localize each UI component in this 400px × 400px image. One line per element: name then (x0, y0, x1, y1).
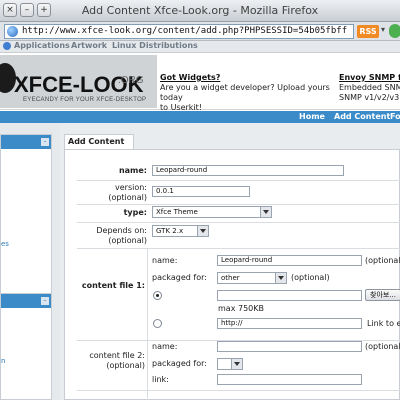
file1-packaged-value: other (221, 274, 240, 282)
file2-link-label: link: (152, 375, 169, 384)
depends-on-select-value: GTK 2.x (156, 227, 184, 235)
chevron-down-icon[interactable] (260, 207, 271, 217)
file2-packaged-select[interactable] (217, 358, 243, 370)
row-divider (77, 204, 400, 205)
file1-name-optional: (optional (365, 256, 400, 265)
network-icon (3, 42, 11, 50)
upload-file-radio[interactable] (153, 291, 162, 300)
tab-label: Add Content (68, 137, 125, 146)
file1-name-label: name: (152, 256, 178, 265)
ad-line: SNMP v1/v2/v3 (339, 93, 400, 102)
left-sidebar: – es – n (0, 123, 60, 400)
version-input[interactable]: 0.0.1 (152, 186, 250, 197)
depends-on-optional-label: (optional) (108, 236, 147, 245)
name-input[interactable]: Leopard-round (152, 165, 344, 176)
type-select-value: Xfce Theme (156, 208, 198, 216)
nav-link-linux-distributions[interactable]: Linux Distributions (112, 41, 198, 50)
browse-button[interactable]: 찾아보... (365, 289, 400, 301)
version-label: version: (115, 183, 147, 192)
file1-packaged-label: packaged for: (152, 273, 207, 282)
column-divider (147, 248, 148, 340)
file1-packaged-select[interactable]: other (217, 272, 287, 284)
row-divider (77, 248, 400, 249)
rss-feed-button[interactable]: RSS (357, 25, 379, 38)
browser-window: × – + Add Content Xfce-Look.org - Mozill… (0, 0, 400, 400)
tab-add-content[interactable]: Add Content (64, 134, 134, 150)
row-divider (77, 390, 400, 391)
collapse-icon[interactable]: – (41, 297, 49, 305)
collapse-icon[interactable]: – (41, 138, 49, 146)
file1-max-size: max 750KB (218, 304, 264, 313)
main-menu-bar: Home Add Content Fo (0, 111, 400, 123)
chevron-down-icon[interactable] (275, 273, 286, 283)
file1-name-input[interactable]: Leopard-round (217, 255, 362, 266)
ad-line: Embedded SNMP (339, 83, 400, 92)
site-header: XFCE-LOOK .ORG EYECANDY FOR YOUR XFCE-DE… (0, 53, 400, 113)
sidebar-box-header: – (1, 294, 51, 308)
content-file-2-optional: (optional) (106, 361, 145, 370)
chevron-down-icon[interactable]: ▾ (381, 25, 385, 34)
sidebar-box-bottom: – n (0, 293, 52, 400)
depends-on-label: Depends on: (96, 226, 147, 235)
file2-name-input[interactable] (217, 341, 362, 352)
site-network-nav: Applications Artwork Linux Distributions (0, 41, 400, 53)
url-text: http://www.xfce-look.org/content/add.php… (22, 26, 348, 36)
type-select[interactable]: Xfce Theme (152, 206, 272, 218)
file1-packaged-optional: (optional) (291, 273, 330, 282)
chevron-down-icon[interactable] (231, 359, 242, 369)
ad-envoy-snmp[interactable]: Envoy SNMP fo Embedded SNMP SNMP v1/v2/v… (339, 73, 400, 103)
file1-link-label: Link to e (367, 319, 400, 328)
depends-on-select[interactable]: GTK 2.x (152, 225, 209, 237)
file2-packaged-label: packaged for: (152, 359, 207, 368)
menu-add-content[interactable]: Add Content (334, 112, 390, 121)
ad-got-widgets[interactable]: Got Widgets? Are you a widget developer?… (160, 73, 338, 113)
sidebar-link[interactable]: n (1, 357, 5, 365)
chevron-down-icon[interactable] (197, 226, 208, 236)
file1-upload-input[interactable] (217, 290, 362, 301)
file1-link-input[interactable]: http:// (217, 318, 362, 329)
row-divider (77, 180, 400, 181)
site-favicon-icon (7, 26, 18, 37)
file2-name-label: name: (152, 342, 178, 351)
main-content: Add Content name: Leopard-round version:… (60, 123, 400, 400)
nav-link-applications[interactable]: Applications (14, 41, 70, 50)
window-title: Add Content Xfce-Look.org - Mozilla Fire… (81, 4, 319, 17)
ad-line: Are you a widget developer? Upload yours… (160, 83, 330, 102)
column-divider (147, 340, 148, 400)
ad-title[interactable]: Got Widgets? (160, 73, 338, 83)
type-label: type: (123, 208, 147, 217)
sidebar-box-top: – es (0, 134, 52, 296)
url-input[interactable]: http://www.xfce-look.org/content/add.php… (4, 24, 354, 39)
row-divider (77, 222, 400, 223)
sidebar-box-header: – (1, 135, 51, 149)
logo-tagline: EYECANDY FOR YOUR XFCE-DESKTOP (23, 97, 147, 103)
file2-link-input[interactable] (217, 374, 362, 385)
sidebar-link[interactable]: es (1, 240, 9, 248)
add-content-panel: name: Leopard-round version: (optional) … (64, 149, 400, 400)
version-optional-label: (optional) (108, 193, 147, 202)
ad-title[interactable]: Envoy SNMP fo (339, 73, 400, 83)
navigation-toolbar: http://www.xfce-look.org/content/add.php… (0, 22, 400, 41)
nav-link-artwork[interactable]: Artwork (71, 41, 107, 50)
title-bar: × – + Add Content Xfce-Look.org - Mozill… (0, 0, 400, 22)
file2-name-optional: (optional (365, 342, 400, 351)
content-file-1-label: content file 1: (81, 281, 145, 290)
name-label: name: (118, 166, 147, 175)
logo-suffix: .ORG (118, 75, 144, 86)
site-logo[interactable]: XFCE-LOOK .ORG EYECANDY FOR YOUR XFCE-DE… (0, 55, 157, 108)
menu-forum[interactable]: Fo (390, 112, 400, 121)
link-radio[interactable] (153, 319, 162, 328)
menu-home[interactable]: Home (299, 112, 325, 121)
go-icon[interactable] (389, 24, 400, 38)
content-file-2-label: content file 2: (89, 351, 145, 360)
